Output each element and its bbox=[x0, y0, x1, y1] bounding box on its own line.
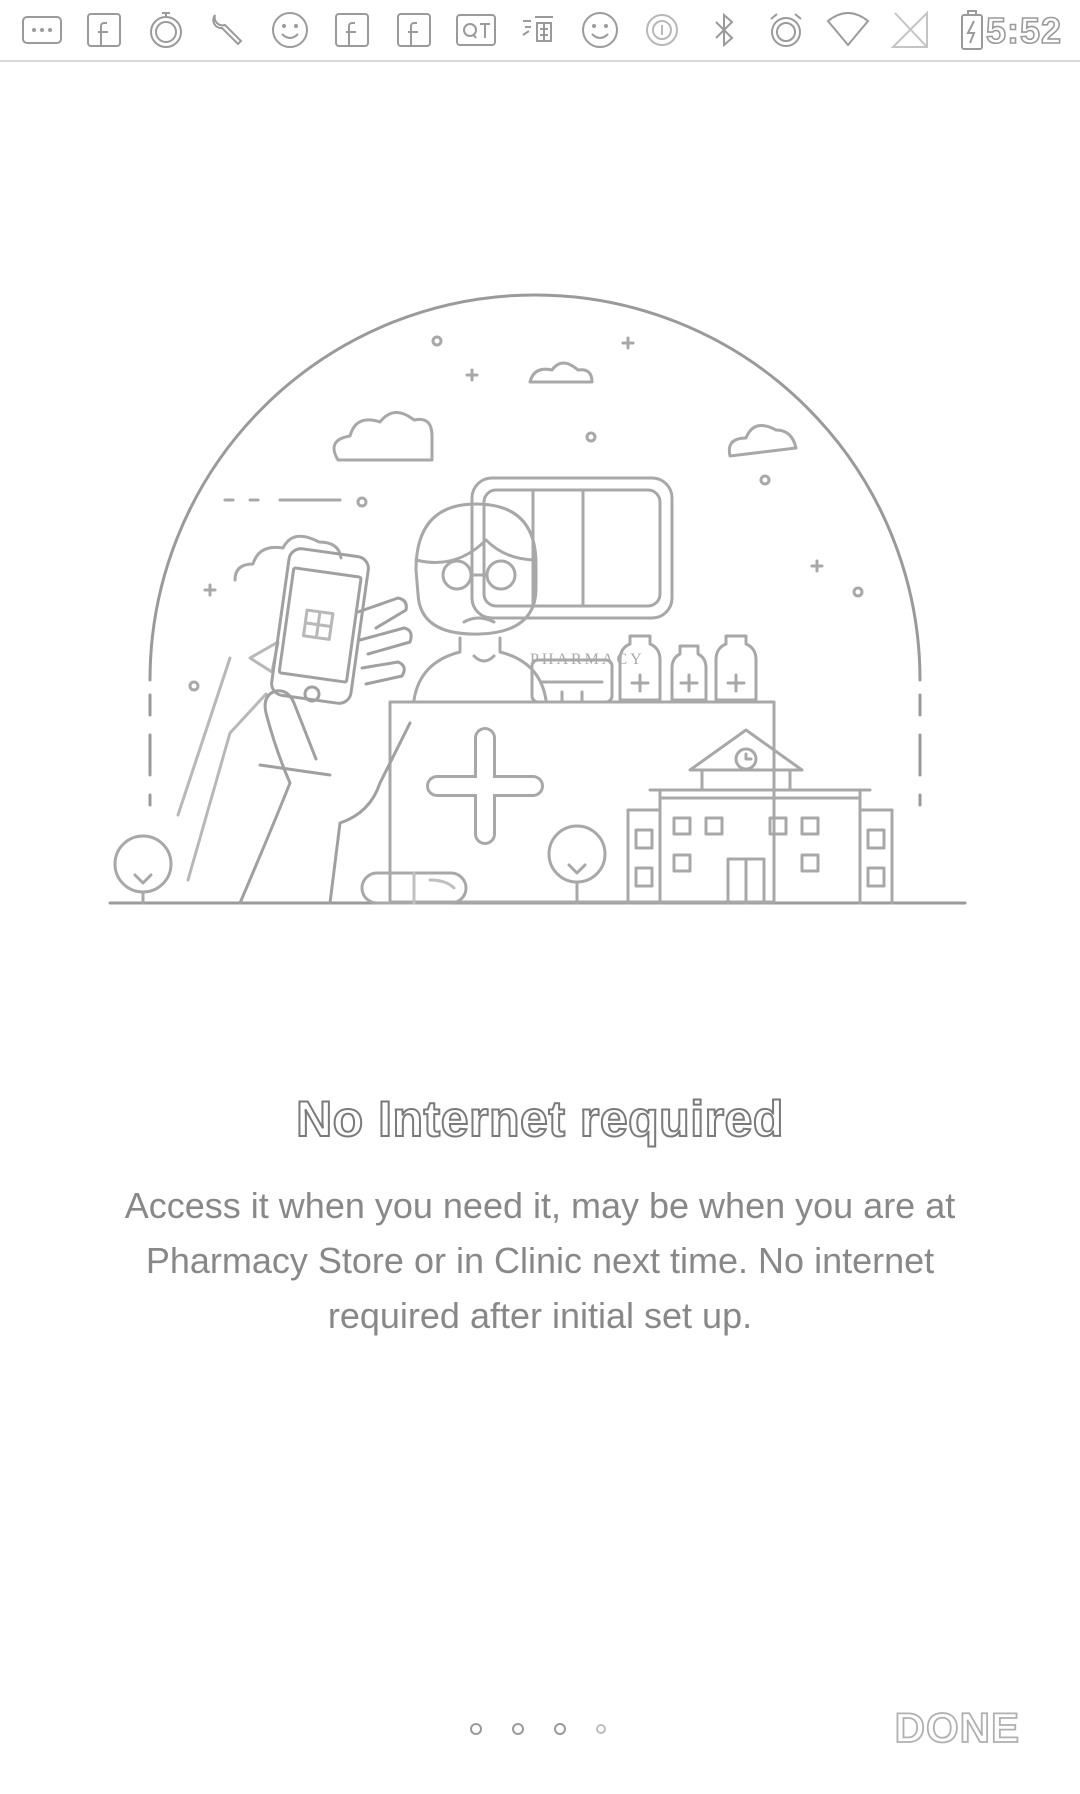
done-button[interactable]: DONE bbox=[894, 1703, 1020, 1752]
no-sim-icon bbox=[884, 6, 936, 54]
page-dot-4-active[interactable] bbox=[596, 1724, 606, 1734]
qt-icon bbox=[450, 6, 502, 54]
page-dot-1[interactable] bbox=[470, 1723, 482, 1735]
wrench-icon bbox=[202, 6, 254, 54]
notification-icons bbox=[16, 6, 998, 54]
pharmacy-sign-text: PHARMACY bbox=[530, 651, 645, 668]
smiley-icon bbox=[574, 6, 626, 54]
alarm-icon bbox=[760, 6, 812, 54]
page-description: Access it when you need it, may be when … bbox=[124, 1185, 956, 1336]
wifi-icon bbox=[822, 6, 874, 54]
bluetooth-icon bbox=[698, 6, 750, 54]
more-icon bbox=[16, 6, 68, 54]
page-title: No Internet required bbox=[295, 1090, 784, 1148]
status-bar: 5:52 bbox=[0, 0, 1080, 62]
smiley-icon bbox=[264, 6, 316, 54]
taobao-icon bbox=[512, 6, 564, 54]
circle-icon bbox=[636, 6, 688, 54]
pharmacy-illustration: PHARMACY bbox=[100, 290, 980, 930]
timer-icon bbox=[140, 6, 192, 54]
facebook-icon bbox=[78, 6, 130, 54]
facebook-icon bbox=[388, 6, 440, 54]
page-dot-2[interactable] bbox=[512, 1723, 524, 1735]
facebook-icon bbox=[326, 6, 378, 54]
page-indicator bbox=[470, 1723, 606, 1735]
page-dot-3[interactable] bbox=[554, 1723, 566, 1735]
clock: 5:52 bbox=[985, 9, 1062, 52]
